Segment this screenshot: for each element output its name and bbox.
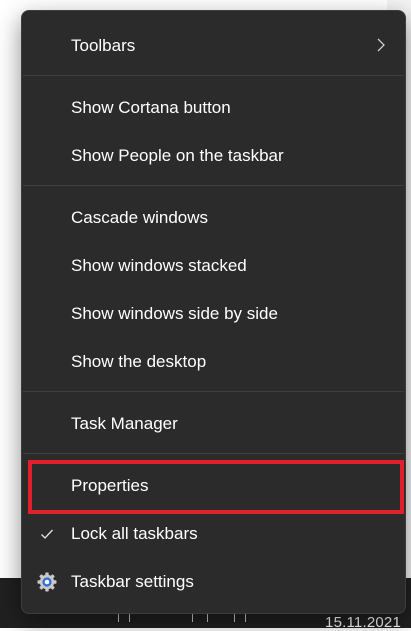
menu-item-label: Show People on the taskbar — [71, 146, 284, 165]
menu-item-label: Properties — [71, 476, 149, 495]
menu-item-cascade-windows[interactable]: Cascade windows — [22, 194, 405, 242]
checkmark-icon — [36, 523, 58, 545]
menu-item-show-the-desktop[interactable]: Show the desktop — [22, 338, 405, 386]
menu-item-label: Cascade windows — [71, 208, 209, 227]
menu-item-label: Show the desktop — [71, 352, 207, 371]
taskbar-context-menu: Toolbars Show Cortana button Show People… — [21, 10, 406, 614]
menu-item-show-people[interactable]: Show People on the taskbar — [22, 132, 405, 180]
menu-item-label: Taskbar settings — [71, 572, 194, 591]
menu-item-show-cortana-button[interactable]: Show Cortana button — [22, 84, 405, 132]
menu-separator — [23, 75, 404, 76]
menu-item-lock-all-taskbars[interactable]: Lock all taskbars — [22, 510, 405, 558]
menu-item-toolbars[interactable]: Toolbars — [22, 22, 405, 70]
chevron-right-icon — [377, 38, 385, 52]
menu-item-taskbar-settings[interactable]: Taskbar settings — [22, 558, 405, 606]
menu-item-label: Lock all taskbars — [71, 524, 198, 543]
taskbar-app-icon[interactable] — [118, 613, 130, 622]
taskbar-app-icon[interactable] — [192, 613, 208, 622]
menu-item-show-windows-stacked[interactable]: Show windows stacked — [22, 242, 405, 290]
menu-separator — [23, 453, 404, 454]
menu-item-label: Toolbars — [71, 36, 136, 55]
menu-item-task-manager[interactable]: Task Manager — [22, 400, 405, 448]
menu-item-properties[interactable]: Properties — [22, 462, 405, 510]
menu-item-label: Show windows side by side — [71, 304, 278, 323]
menu-item-label: Show Cortana button — [71, 98, 231, 117]
menu-item-show-windows-side-by-side[interactable]: Show windows side by side — [22, 290, 405, 338]
menu-separator — [23, 391, 404, 392]
taskbar-app-icon[interactable] — [234, 613, 246, 622]
taskbar-date[interactable]: 15.11.2021 — [325, 614, 401, 631]
menu-item-label: Task Manager — [71, 414, 178, 433]
menu-item-label: Show windows stacked — [71, 256, 247, 275]
gear-icon — [36, 571, 58, 593]
menu-separator — [23, 185, 404, 186]
